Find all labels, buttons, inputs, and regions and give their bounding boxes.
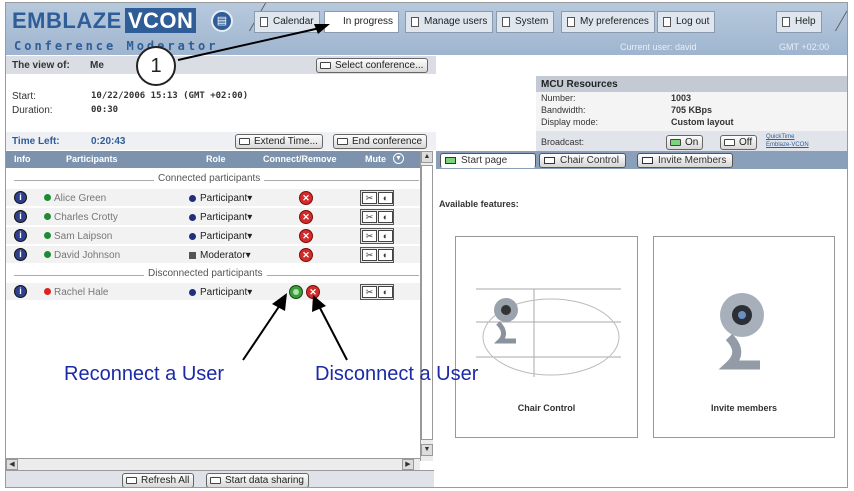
arrowhead-icon — [272, 293, 287, 311]
callout-arrow — [177, 27, 321, 61]
callout-number: 1 — [136, 46, 176, 86]
reconnect-callout: Reconnect a User — [64, 363, 225, 385]
arrowhead-icon — [314, 24, 330, 34]
disconnect-callout: Disconnect a User — [315, 363, 479, 385]
callout-arrow — [319, 307, 348, 361]
arrowhead-icon — [312, 295, 326, 312]
annotation-layer — [177, 24, 348, 361]
callout-arrow — [242, 304, 281, 361]
